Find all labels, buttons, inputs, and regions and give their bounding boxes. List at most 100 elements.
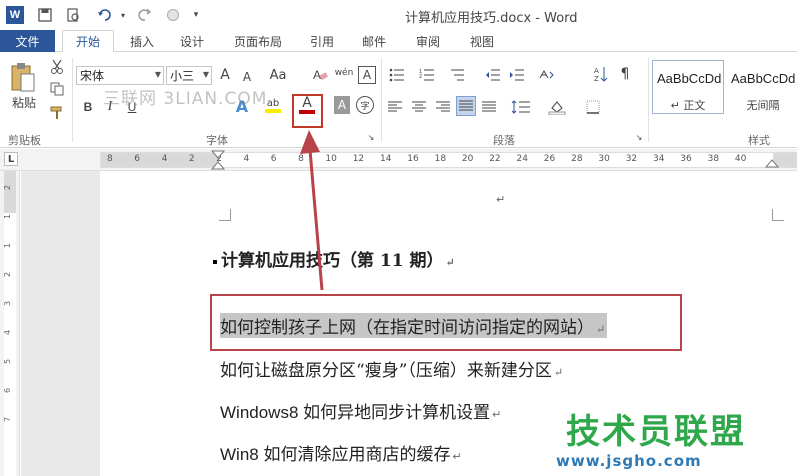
clear-formatting-icon[interactable]: A — [310, 64, 330, 84]
grow-font-button[interactable]: A — [216, 66, 234, 84]
tab-home[interactable]: 开始 — [62, 30, 114, 53]
tab-review[interactable]: 审阅 — [408, 30, 448, 52]
ruler-tick-label: 8 — [107, 154, 113, 164]
tab-file[interactable]: 文件 — [0, 30, 55, 52]
dialog-launcher-icon[interactable]: ↘ — [634, 132, 644, 142]
bullets-icon[interactable] — [386, 66, 408, 84]
cut-icon[interactable] — [48, 58, 66, 76]
style-normal[interactable]: AaBbCcDd ↵ 正文 — [652, 60, 724, 114]
font-size-value: 小三 — [170, 69, 195, 83]
redo-icon[interactable] — [136, 6, 154, 24]
horizontal-ruler[interactable]: 8 6 4 2 2 4 6 8 10 12 14 16 18 20 22 24 26 28 30 32 34 36 38 40 — [100, 152, 797, 168]
customize-icon[interactable]: ▾ — [190, 6, 202, 24]
ruler-tick-label: 20 — [461, 154, 474, 164]
styles-group-label: 样式 — [748, 134, 770, 147]
align-left-icon[interactable] — [386, 98, 404, 116]
line-spacing-icon[interactable] — [508, 98, 534, 116]
ruler-tick-label: 28 — [571, 154, 583, 164]
ruler-tick-label: 14 — [380, 154, 392, 164]
sort-icon[interactable]: AZ — [592, 64, 610, 84]
svg-text:Z: Z — [594, 75, 599, 83]
annotation-box-font-color — [292, 94, 323, 128]
undo-dropdown-icon[interactable]: ▾ — [118, 6, 128, 24]
align-right-icon[interactable] — [434, 98, 452, 116]
ruler-tick-label: 30 — [598, 154, 610, 164]
vruler-tick-label: 5 — [3, 358, 13, 365]
tab-references[interactable]: 引用 — [302, 30, 342, 52]
borders-icon[interactable] — [582, 98, 604, 116]
distribute-icon[interactable] — [480, 98, 498, 116]
paragraph-mark: ↵ — [452, 451, 462, 463]
vruler-tick-label: 2 — [3, 184, 13, 191]
right-indent-marker-icon[interactable] — [765, 158, 779, 168]
undo-icon[interactable] — [94, 6, 116, 24]
line-text: Windows8 如何异地同步计算机设置 — [220, 403, 491, 422]
style-name: ↵ 正文 — [670, 99, 706, 112]
paste-button[interactable]: 粘贴 — [8, 94, 40, 110]
tab-page-layout[interactable]: 页面布局 — [226, 30, 290, 52]
justify-icon[interactable] — [456, 96, 476, 116]
document-line[interactable]: Windows8 如何异地同步计算机设置 ↵ — [220, 398, 501, 423]
ruler-tick-label: 36 — [680, 154, 692, 164]
ruler-tick-label: 18 — [434, 154, 447, 164]
shading-icon[interactable] — [546, 98, 568, 116]
watermark-url: www.jsgho.com — [556, 452, 702, 470]
font-name-value: 宋体 — [80, 69, 105, 83]
window-title: 计算机应用技巧.docx - Word — [405, 11, 578, 26]
svg-text:A: A — [594, 67, 599, 75]
tab-mailings[interactable]: 邮件 — [354, 30, 394, 52]
tab-insert[interactable]: 插入 — [122, 30, 162, 52]
document-heading[interactable]: 计算机应用技巧（第 11 期） ↵ — [213, 246, 455, 271]
save-icon[interactable] — [36, 6, 54, 24]
vertical-ruler[interactable]: 2 1 1 2 3 4 5 6 7 — [0, 171, 20, 476]
font-name-select[interactable]: 宋体 ▼ — [76, 66, 164, 85]
document-line[interactable]: 如何让磁盘原分区“瘦身”（压缩）来新建分区 ↵ — [220, 356, 563, 381]
chinese-layout-icon[interactable] — [536, 66, 558, 84]
ruler-tick-label: 38 — [707, 154, 720, 164]
bold-button[interactable]: B — [80, 98, 96, 116]
phonetic-guide-button[interactable]: wén — [332, 62, 356, 84]
tab-design[interactable]: 设计 — [172, 30, 212, 52]
ruler-tick-label: 34 — [653, 154, 665, 164]
copy-icon[interactable] — [48, 80, 66, 98]
print-preview-icon[interactable] — [64, 6, 82, 24]
tab-view[interactable]: 视图 — [462, 30, 502, 52]
indent-marker-icon[interactable] — [211, 150, 225, 170]
format-painter-icon[interactable] — [48, 104, 66, 122]
enclose-char-button[interactable]: 字 — [356, 96, 374, 114]
tab-stop-selector[interactable]: L — [4, 152, 18, 166]
circle-icon[interactable] — [164, 6, 182, 24]
font-size-select[interactable]: 小三 ▼ — [166, 66, 212, 85]
vruler-tick-label: 3 — [3, 300, 13, 307]
style-no-spacing[interactable]: AaBbCcDd 无间隔 — [726, 60, 797, 114]
increase-indent-icon[interactable] — [508, 66, 526, 84]
style-sample: AaBbCcDd — [731, 71, 796, 86]
paragraph-group-label: 段落 — [493, 134, 515, 147]
paste-icon[interactable] — [6, 58, 40, 98]
style-sample: AaBbCcDd — [657, 71, 722, 86]
show-marks-icon[interactable]: ¶ — [616, 64, 634, 84]
ruler-tick-label: 6 — [134, 154, 141, 164]
vruler-tick-label: 7 — [3, 416, 13, 423]
char-shading-button[interactable]: A — [334, 96, 350, 114]
vruler-tick-label: 6 — [3, 387, 13, 394]
change-case-button[interactable]: Aa — [266, 66, 290, 84]
heading-text: 计算机应用技巧（第 11 期） — [221, 251, 444, 271]
word-app-icon: W — [6, 6, 24, 24]
ruler-tick-label: 8 — [298, 154, 304, 164]
ruler-tick-label: 6 — [270, 154, 277, 164]
line-text: 如何让磁盘原分区“瘦身”（压缩）来新建分区 — [220, 361, 552, 381]
crop-mark — [772, 209, 784, 221]
document-line[interactable]: Win8 如何清除应用商店的缓存 ↵ — [220, 440, 462, 465]
paragraph-mark: ↵ — [445, 256, 455, 269]
align-center-icon[interactable] — [410, 98, 428, 116]
ruler-tick-label: 24 — [516, 154, 528, 164]
ruler-tick-label: 4 — [243, 154, 250, 164]
multilevel-list-icon[interactable] — [446, 66, 468, 84]
dialog-launcher-icon[interactable]: ↘ — [366, 132, 376, 142]
numbering-icon[interactable]: 12 — [416, 66, 438, 84]
heading-bullet — [213, 259, 217, 264]
annotation-box-selection — [210, 294, 682, 351]
char-border-button[interactable]: A — [358, 66, 376, 84]
decrease-indent-icon[interactable] — [484, 66, 502, 84]
